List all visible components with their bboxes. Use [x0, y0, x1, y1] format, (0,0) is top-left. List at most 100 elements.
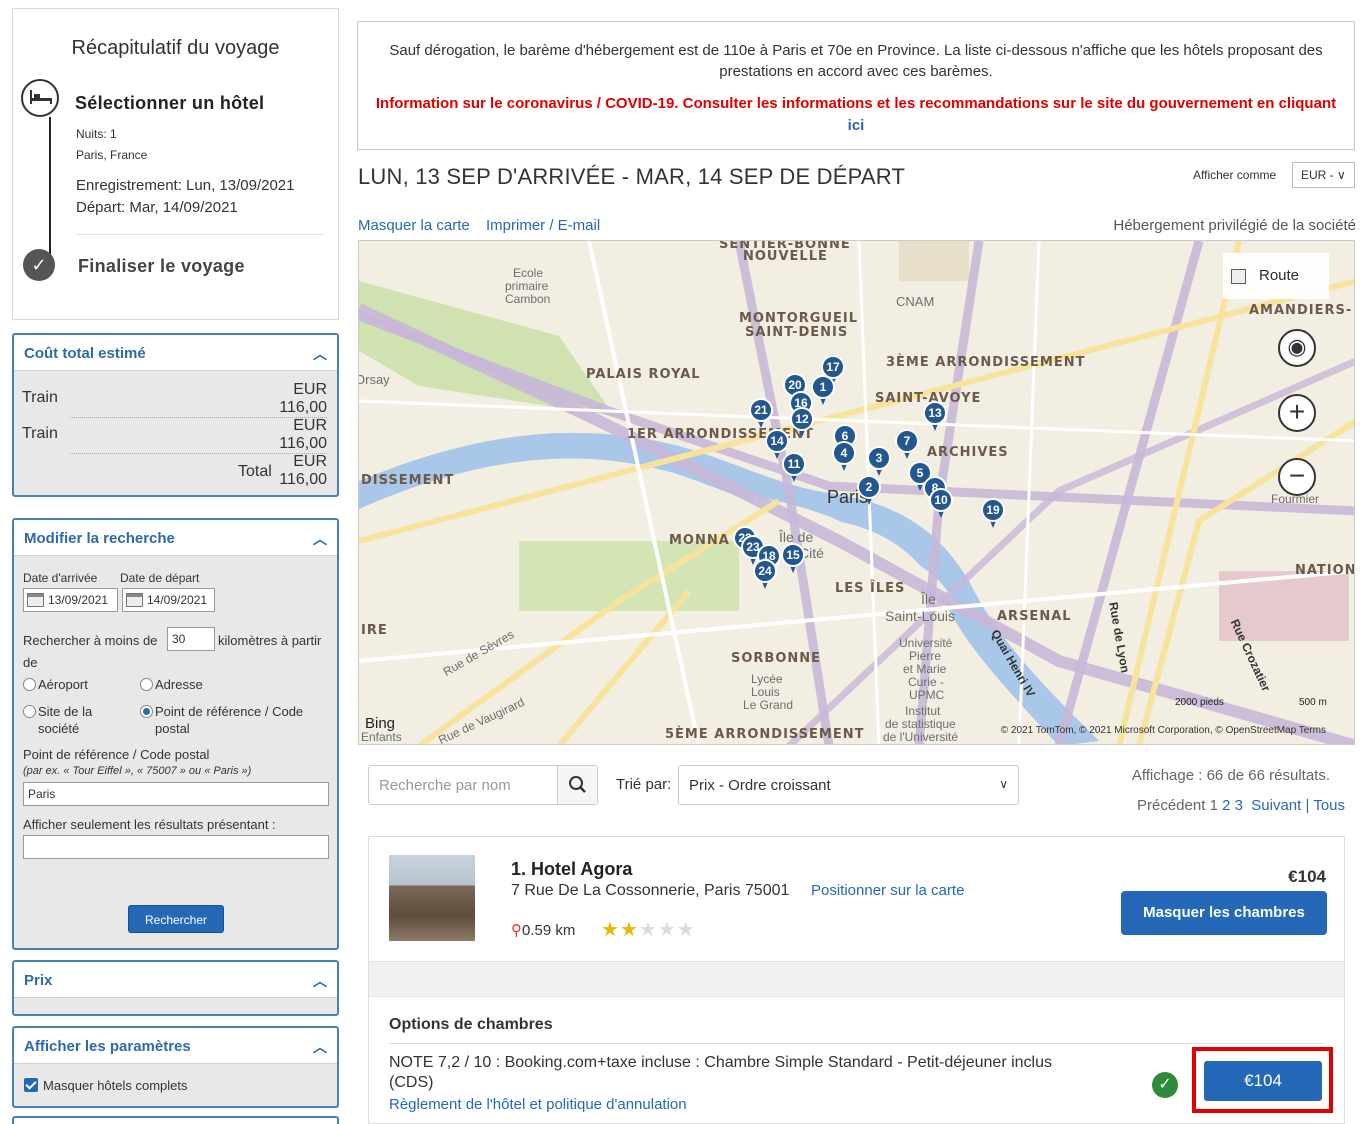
divider	[76, 234, 324, 235]
next-link[interactable]: Suivant	[1251, 797, 1301, 814]
price-panel-title: Prix	[24, 972, 53, 989]
map-label: Le Grand	[743, 698, 794, 712]
map-pin[interactable]: 4	[832, 441, 856, 471]
map-label: AMANDIERS-	[1249, 303, 1353, 318]
zoom-in-icon[interactable]: +	[1278, 394, 1316, 432]
hotel-map[interactable]: SENTIER-BONNE NOUVELLE Ecole primaire Ca…	[358, 240, 1355, 745]
step-finalize-trip: Finaliser le voyage	[78, 256, 245, 276]
results-count: Affichage : 66 de 66 résultats.	[1131, 767, 1330, 784]
map-label: SAINT-DENIS	[745, 325, 849, 340]
star-rating: ★★★★★	[601, 917, 696, 942]
map-label: DISSEMENT	[361, 473, 455, 488]
map-copyright[interactable]: © 2021 TomTom, © 2021 Microsoft Corporat…	[1001, 725, 1326, 736]
locate-icon[interactable]: ◉	[1278, 329, 1316, 367]
map-label: de l'Université	[883, 730, 958, 744]
route-toggle[interactable]: Route	[1223, 253, 1329, 299]
search-icon[interactable]	[557, 766, 597, 804]
nights-count: Nuits: 1	[76, 127, 117, 141]
calendar-icon[interactable]	[126, 593, 143, 607]
hotel-name-search[interactable]: Recherche par nom	[368, 765, 598, 805]
map-pin[interactable]: 10	[929, 488, 953, 518]
page-1: 1	[1209, 797, 1218, 814]
modify-search-title: Modifier la recherche	[24, 530, 175, 547]
map-pin[interactable]: 11	[782, 452, 806, 482]
map-label: MONTORGUEIL	[739, 311, 859, 326]
modify-search-header[interactable]: Modifier la recherche ︿	[14, 520, 337, 556]
radius-input[interactable]: 30	[167, 627, 215, 651]
cost-row: Train EUR 116,00	[22, 417, 327, 454]
arrival-date-input[interactable]: 13/09/2021	[23, 588, 118, 612]
page-3[interactable]: 3	[1235, 797, 1243, 814]
show-on-map-link[interactable]: Positionner sur la carte	[811, 882, 964, 899]
radio-reference-point[interactable]	[140, 705, 153, 718]
covid-link[interactable]: ici	[848, 117, 865, 134]
hotel-photo[interactable]	[389, 855, 475, 941]
price-panel-header[interactable]: Prix ︿	[14, 962, 337, 998]
map-pin[interactable]: 7	[895, 429, 919, 459]
search-placeholder: Recherche par nom	[379, 777, 511, 794]
search-button[interactable]: Rechercher	[128, 905, 224, 933]
map-pin[interactable]: 24	[753, 559, 777, 589]
display-as-label: Afficher comme	[1193, 168, 1277, 182]
route-checkbox[interactable]	[1231, 269, 1246, 284]
currency-select[interactable]: EUR - ∨	[1292, 162, 1355, 188]
cost-row-label: Train	[22, 389, 58, 406]
hide-full-hotels-label: Masquer hôtels complets	[43, 1078, 188, 1093]
hide-map-link[interactable]: Masquer la carte	[358, 217, 470, 234]
all-link[interactable]: Tous	[1313, 797, 1345, 814]
preferred-lodging-label: Hébergement privilégié de la société	[1113, 217, 1356, 234]
map-pin[interactable]: 2	[857, 475, 881, 505]
cost-total-value: EUR 116,00	[279, 453, 327, 488]
arrival-label: Date d'arrivée	[23, 571, 98, 585]
radio-company-label-2: société	[38, 721, 80, 736]
notice-covid: Information sur le coronavirus / COVID-1…	[368, 93, 1344, 137]
prev-link[interactable]: Précédent	[1137, 797, 1205, 814]
chevron-up-icon[interactable]: ︿	[313, 971, 327, 991]
checkmark-icon: ✓	[23, 249, 55, 281]
select-room-price-button[interactable]: €104	[1204, 1061, 1322, 1101]
map-pin[interactable]: 12	[790, 407, 814, 437]
radio-airport[interactable]	[23, 678, 36, 691]
hide-full-hotels-checkbox[interactable]	[24, 1078, 38, 1092]
map-label: LES ÎLES	[835, 581, 906, 596]
map-label: NOUVELLE	[743, 249, 828, 264]
map-label: UPMC	[909, 688, 945, 702]
hotel-name[interactable]: 1. Hotel Agora	[511, 859, 632, 880]
map-label: 3ÈME ARRONDISSEMENT	[886, 355, 1086, 370]
radio-ref-label: Point de référence / Code	[155, 704, 304, 719]
trip-summary: Récapitulatif du voyage Sélectionner un …	[12, 8, 339, 320]
radio-address[interactable]	[140, 678, 153, 691]
print-email-link[interactable]: Imprimer / E-mail	[486, 217, 600, 234]
map-pin[interactable]: 19	[981, 498, 1005, 528]
zoom-out-icon[interactable]: −	[1278, 458, 1316, 496]
card-divider-band	[369, 961, 1344, 997]
departure-date-input[interactable]: 14/09/2021	[122, 588, 215, 612]
hide-rooms-button[interactable]: Masquer les chambres	[1121, 891, 1327, 935]
hotel-policy-link[interactable]: Règlement de l'hôtel et politique d'annu…	[389, 1096, 687, 1113]
cost-row-value: EUR 116,00	[279, 417, 327, 452]
settings-panel-header[interactable]: Afficher les paramètres ︿	[14, 1028, 337, 1064]
map-pin[interactable]: 1	[811, 375, 835, 405]
route-label: Route	[1259, 267, 1300, 284]
radio-company-site[interactable]	[23, 705, 36, 718]
radius-suffix-2: de	[23, 655, 38, 670]
radio-ref-label-2: postal	[155, 721, 190, 736]
filter-input[interactable]	[23, 835, 329, 859]
cost-panel-header[interactable]: Coût total estimé ︿	[14, 335, 337, 371]
sort-select[interactable]: Prix - Ordre croissant ∨	[678, 765, 1019, 805]
sort-label: Trié par:	[616, 776, 672, 793]
map-pin[interactable]: 3	[867, 446, 891, 476]
ref-point-input[interactable]: Paris	[23, 782, 329, 806]
chevron-up-icon[interactable]: ︿	[313, 1037, 327, 1057]
modify-search-panel: Modifier la recherche ︿ Date d'arrivée D…	[12, 518, 339, 950]
calendar-icon[interactable]	[27, 593, 44, 607]
map-pin[interactable]: 13	[923, 401, 947, 431]
map-pin[interactable]: 15	[781, 543, 805, 573]
chevron-up-icon[interactable]: ︿	[313, 344, 327, 364]
page-2[interactable]: 2	[1222, 797, 1230, 814]
chevron-up-icon[interactable]: ︿	[313, 529, 327, 549]
map-pin[interactable]: 21	[749, 398, 773, 428]
map-label: ARSENAL	[997, 609, 1072, 624]
map-label: NATION	[1295, 563, 1355, 578]
map-label: ARCHIVES	[927, 445, 1009, 460]
